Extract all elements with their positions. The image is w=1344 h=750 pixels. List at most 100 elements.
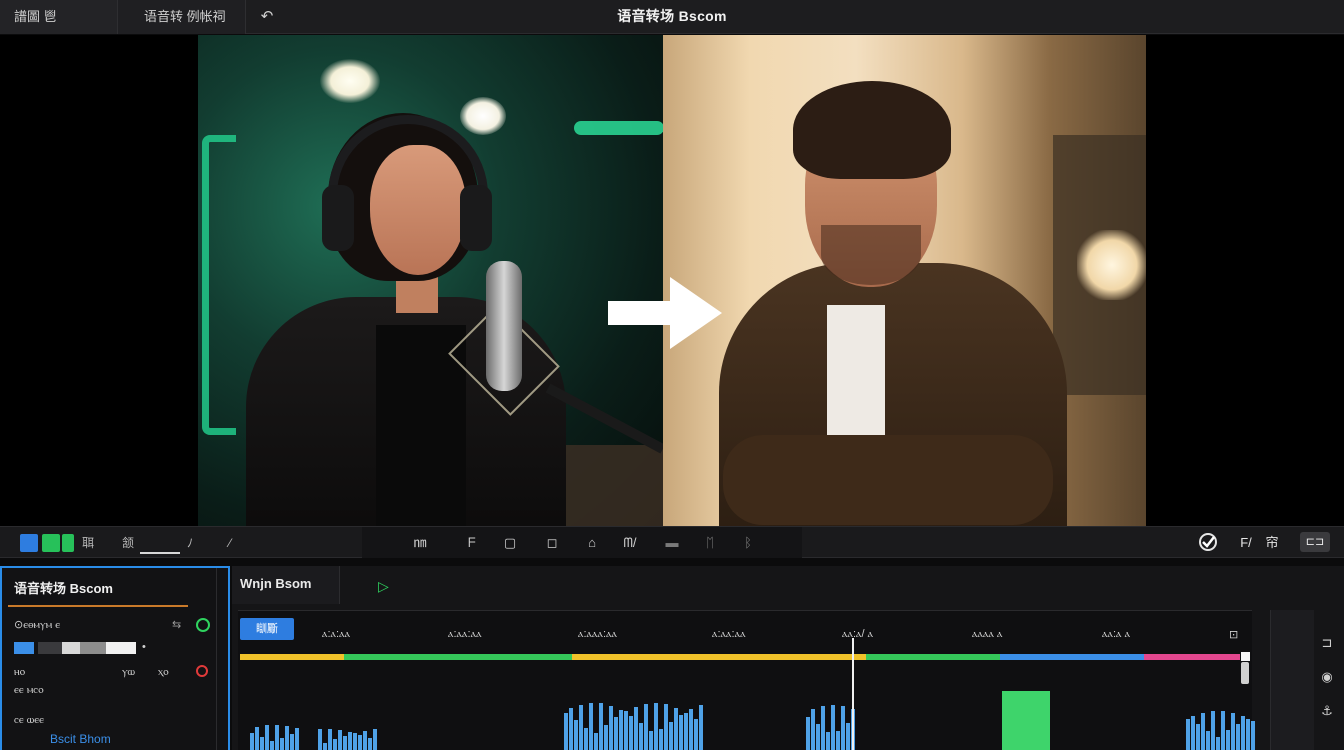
waveform-highlight: [1002, 691, 1050, 750]
select-tool-icon[interactable]: [20, 534, 38, 552]
tool-label[interactable]: ﾉ: [184, 533, 196, 553]
tool-label[interactable]: 聑: [80, 533, 96, 553]
panel-link[interactable]: Bscit Bhom: [50, 732, 111, 746]
neon-light: [202, 135, 236, 435]
waveform-bar: [619, 710, 623, 750]
color-swatch[interactable]: [14, 642, 34, 654]
check-circle-icon[interactable]: [1198, 532, 1218, 552]
clip-segment[interactable]: [866, 654, 1000, 660]
time-tick-label: ⲁⲁ:ⲁ ⲁ: [1102, 628, 1131, 640]
export-button[interactable]: ⊏⊐: [1300, 532, 1330, 552]
property-label: ⲭⲟ: [158, 666, 169, 678]
timeline-side-strip: [1270, 610, 1314, 750]
color-swatch[interactable]: [62, 642, 80, 654]
waveform-bar: [659, 729, 663, 750]
waveform-bar: [584, 728, 588, 750]
timeline-tab[interactable]: Wnjn Bsom: [232, 566, 340, 604]
waveform-bar: [589, 703, 593, 750]
collapse-icon[interactable]: ⊐: [1316, 632, 1338, 654]
link-icon[interactable]: ⇆: [172, 618, 181, 631]
rounded-square-icon[interactable]: ▢: [500, 533, 520, 553]
neon-light-bar: [574, 121, 663, 135]
crop-icon[interactable]: ◻: [542, 533, 562, 553]
time-tick-label: ⊡: [1229, 629, 1239, 641]
waveform-bar: [821, 706, 825, 750]
tool-label[interactable]: ⁄: [224, 533, 236, 553]
tool-label[interactable]: 颔: [120, 533, 136, 553]
waveform-bar: [599, 703, 603, 750]
microphone-icon: [486, 261, 522, 391]
edit-toolbar: 聑 颔 ﾉ ⁄ ㎚ ᖴ ▢ ◻ ⌂ ᗰ/ ▬ ᛖ ᛒ F/ 帘 ⊏⊐: [0, 526, 1344, 558]
settings-icon[interactable]: 帘: [1262, 533, 1282, 553]
transform-icon[interactable]: ⌂: [582, 533, 602, 553]
table-lamp: [1077, 230, 1146, 300]
active-underline: [140, 552, 180, 554]
flag-icon[interactable]: ᖴ: [462, 533, 482, 553]
swatch-more-icon[interactable]: •: [142, 641, 146, 653]
headphone-cup: [460, 185, 492, 251]
property-label: ⲥⲉ ⲱⲉⲉ: [14, 714, 45, 726]
waveform-bar: [295, 728, 299, 750]
waveform-bar: [826, 732, 830, 750]
waveform-bar: [368, 738, 372, 750]
clip-segment[interactable]: [1144, 654, 1240, 660]
title-bar: 譜圖 鬯 语音转 例帐祠 ↶ 语音转场 Bscom: [0, 0, 1344, 34]
bookmark-icon[interactable]: ᛒ: [738, 533, 758, 553]
waveform-bar: [669, 722, 673, 750]
waveform-bar: [333, 739, 337, 750]
green-marker-icon[interactable]: [62, 534, 74, 552]
time-tick-label: ⲁⲁ:ⲁ/ ⲁ: [842, 628, 874, 640]
waveform-bar: [811, 709, 815, 750]
timeline-panel: Wnjn Bsom ▷ 瞓斸 ⲁ:ⲁ:ⲁⲁ ⲁ:ⲁⲁ:ⲁⲁ ⲁ:ⲁⲁⲁ:ⲁⲁ ⲁ…: [232, 566, 1344, 750]
timeline-scrollbar[interactable]: [1241, 662, 1249, 684]
waveform-bar: [290, 734, 294, 750]
waveform-bar: [260, 737, 264, 750]
waveform-bar: [679, 715, 683, 750]
waveform-bar: [363, 731, 367, 750]
waveform-bar: [841, 706, 845, 750]
waveform-bar: [1221, 711, 1225, 750]
fx-icon[interactable]: F/: [1236, 533, 1256, 553]
waveform-bar: [846, 723, 850, 750]
anchor-icon[interactable]: ⚓: [1316, 700, 1338, 722]
waveform-bar: [694, 719, 698, 750]
waveform-bar: [664, 704, 668, 750]
waveform-bar: [806, 717, 810, 750]
playhead[interactable]: [852, 638, 854, 750]
waveform-bar: [639, 723, 643, 750]
split-icon[interactable]: ᛖ: [700, 533, 720, 553]
grid-icon[interactable]: ㎚: [410, 533, 430, 553]
waveform-bar: [348, 732, 352, 750]
waveform-bar: [275, 725, 279, 750]
record-dot-icon[interactable]: ◉: [1316, 666, 1338, 688]
time-tick-label: ⲁ:ⲁⲁⲁ:ⲁⲁ: [578, 628, 618, 640]
waveform-bar: [629, 716, 633, 750]
waveform-bar: [574, 720, 578, 750]
time-tick-label: ⲁ:ⲁⲁ:ⲁⲁ: [448, 628, 482, 640]
man-hair: [793, 81, 951, 179]
play-icon[interactable]: ▷: [378, 578, 394, 594]
waveform-bar: [280, 738, 284, 750]
preview-viewer[interactable]: [0, 35, 1344, 526]
enable-toggle-icon[interactable]: [196, 618, 210, 632]
clip-segment[interactable]: [344, 654, 572, 660]
color-swatch[interactable]: [38, 642, 62, 654]
track-badge[interactable]: 瞓斸: [240, 618, 294, 640]
clip-segment[interactable]: [240, 654, 344, 660]
clip-segment[interactable]: [572, 654, 866, 660]
speed-icon[interactable]: ᗰ/: [620, 533, 640, 553]
waveform-bar: [564, 713, 568, 750]
waveform-bar: [318, 729, 322, 750]
waveform-bar: [649, 731, 653, 750]
timeline-end-marker[interactable]: [1241, 652, 1250, 661]
color-swatch[interactable]: [80, 642, 106, 654]
record-icon[interactable]: [196, 665, 208, 677]
green-tool-icon[interactable]: [42, 534, 60, 552]
transition-arrow-icon: [608, 277, 722, 349]
color-swatch[interactable]: [106, 642, 136, 654]
studio-lamp: [460, 97, 506, 135]
waveform-bar: [614, 717, 618, 750]
waveform-bar: [609, 706, 613, 750]
bar-icon[interactable]: ▬: [662, 533, 682, 553]
clip-segment[interactable]: [1000, 654, 1144, 660]
